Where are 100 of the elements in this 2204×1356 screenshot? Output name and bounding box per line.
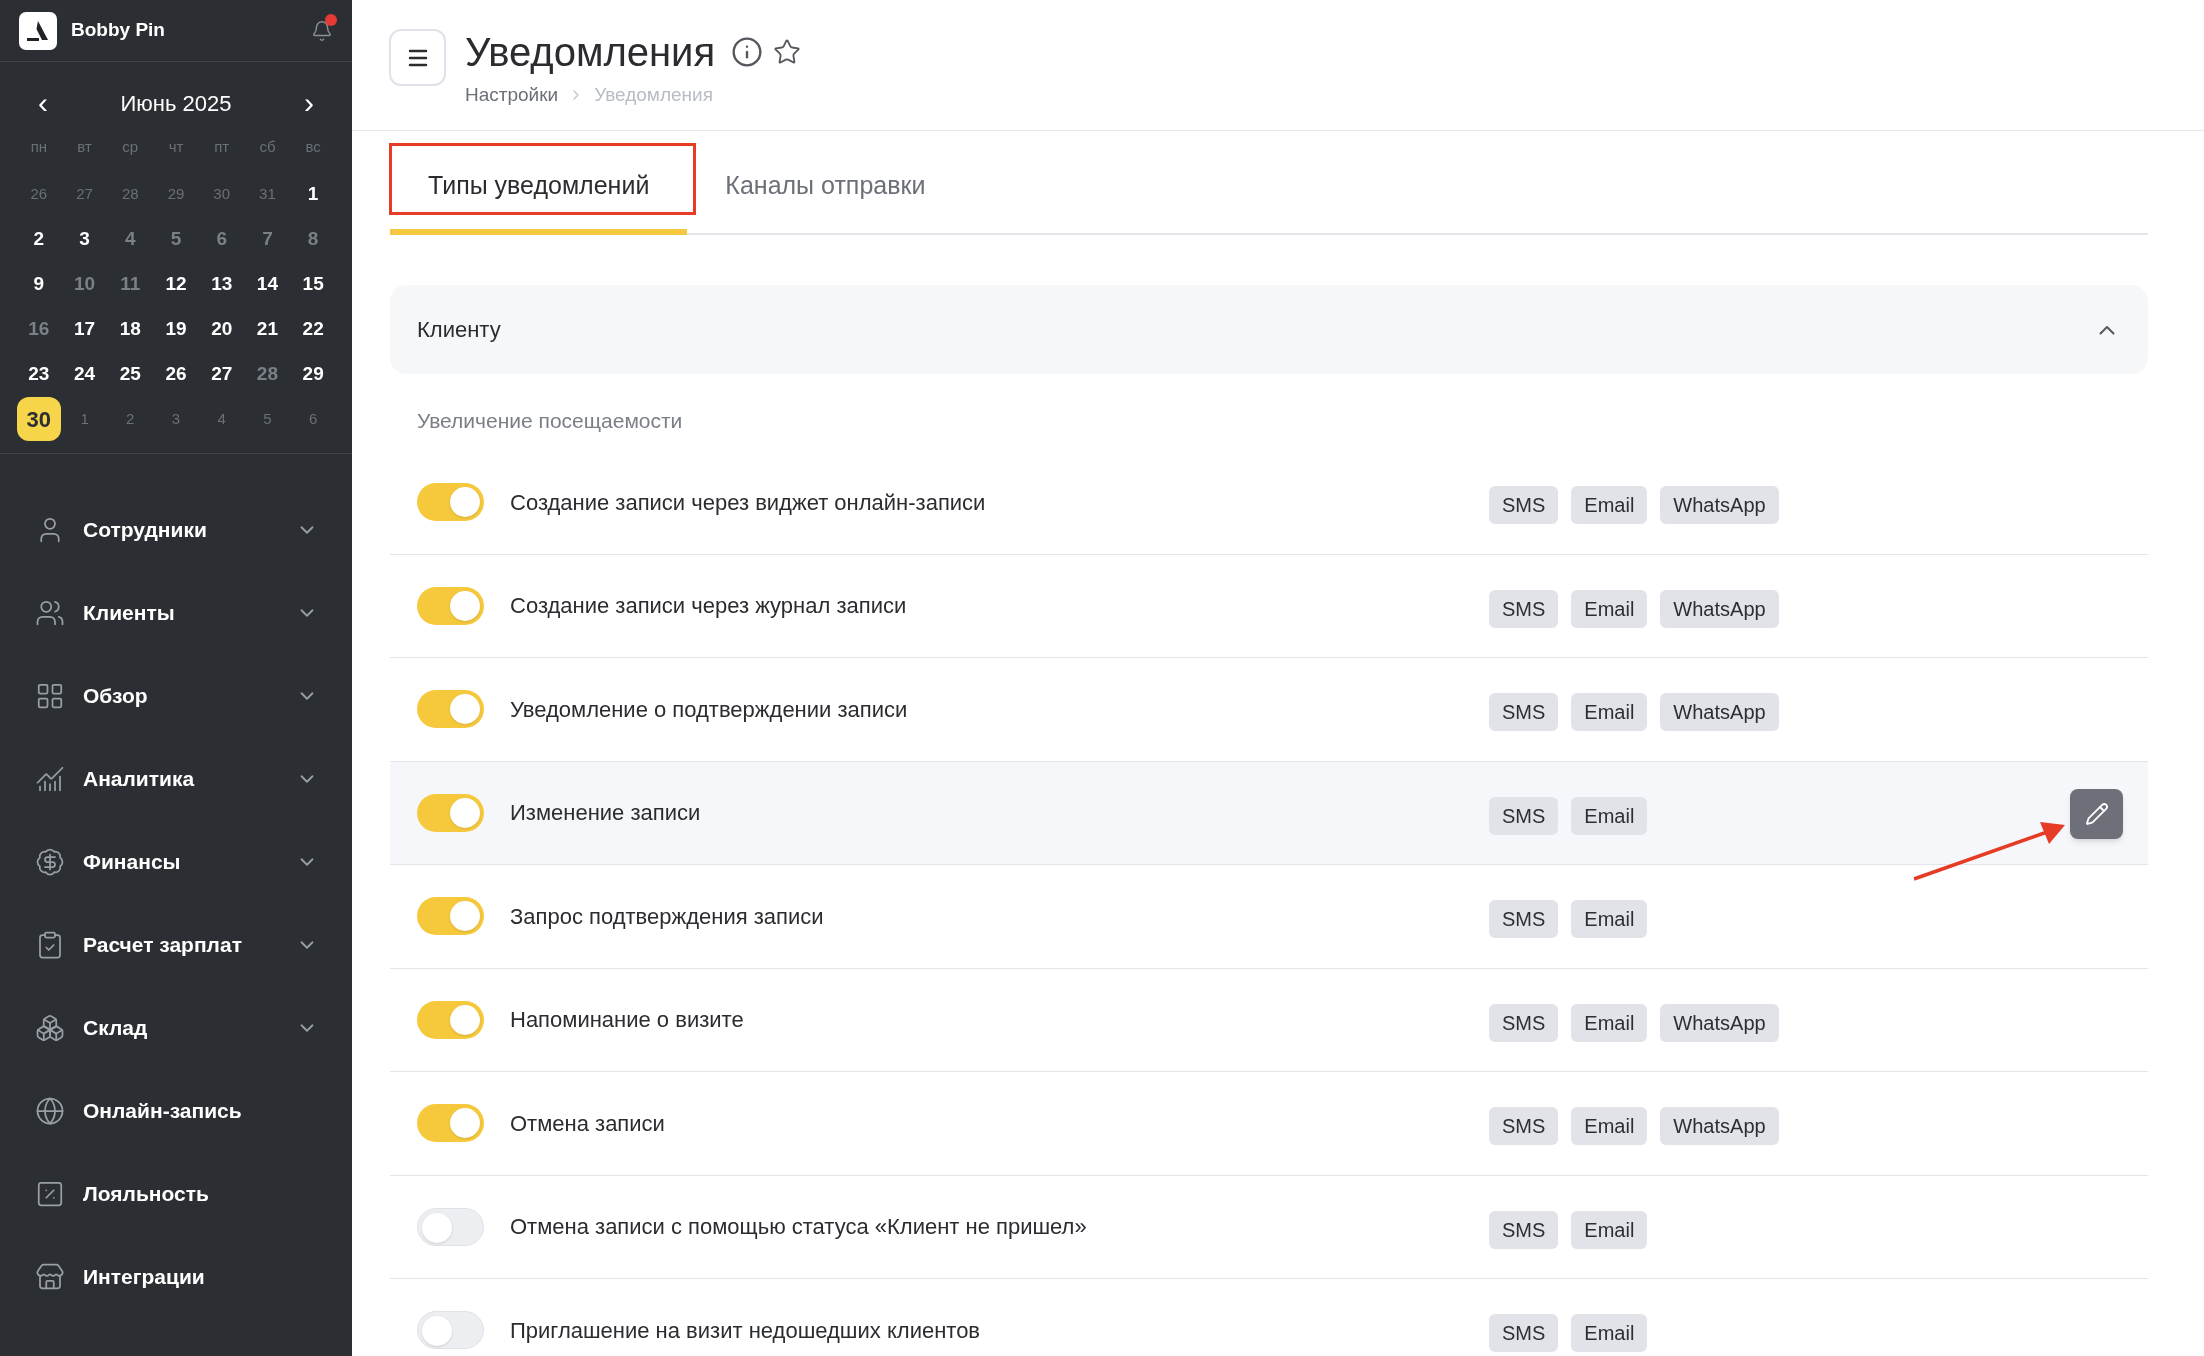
next-month-button[interactable]: › xyxy=(304,88,314,118)
channel-tag: Email xyxy=(1571,900,1648,939)
star-icon[interactable] xyxy=(773,38,802,66)
weekday-label: вт xyxy=(76,137,93,157)
toggle-switch[interactable] xyxy=(417,1104,484,1143)
calendar-day[interactable]: 17 xyxy=(62,307,107,351)
channel-tag: SMS xyxy=(1489,486,1559,525)
brand-name: Bobby Pin xyxy=(71,18,165,43)
section-header[interactable]: Клиенту xyxy=(390,285,2148,374)
toggle-switch[interactable] xyxy=(417,586,484,625)
notification-label: Приглашение на визит недошедших клиентов xyxy=(510,1316,982,1345)
calendar-day[interactable]: 27 xyxy=(199,352,244,396)
tab[interactable]: Каналы отправки xyxy=(687,143,964,235)
nav-label: Аналитика xyxy=(83,765,195,792)
nav-label: Расчет зарплат xyxy=(83,931,242,958)
sidebar-nav-item[interactable]: Финансы xyxy=(0,820,352,903)
calendar-day[interactable]: 15 xyxy=(291,262,336,306)
calendar-day[interactable]: 20 xyxy=(199,307,244,351)
calendar-day[interactable]: 25 xyxy=(108,352,153,396)
channel-tag: Email xyxy=(1571,486,1648,525)
sidebar-nav-item[interactable]: Онлайн-запись xyxy=(0,1069,352,1152)
notification-label: Напоминание о визите xyxy=(510,1006,745,1035)
sidebar-nav-item[interactable]: Аналитика xyxy=(0,737,352,820)
toggle-switch[interactable] xyxy=(417,690,484,729)
notification-label: Запрос подтверждения записи xyxy=(510,902,825,931)
nav-label: Склад xyxy=(83,1014,148,1041)
info-icon[interactable] xyxy=(731,36,764,68)
menu-button[interactable] xyxy=(389,29,446,86)
pencil-icon xyxy=(2084,801,2109,826)
channel-tag: Email xyxy=(1571,1314,1648,1353)
channel-tag: SMS xyxy=(1489,1314,1559,1353)
channel-tag: SMS xyxy=(1489,900,1559,939)
nav-label: Сотрудники xyxy=(83,516,207,543)
nav-label: Финансы xyxy=(83,848,181,875)
calendar-day[interactable]: 26 xyxy=(154,352,198,396)
channel-tag: WhatsApp xyxy=(1660,486,1779,525)
sidebar-nav-item[interactable]: Расчет зарплат xyxy=(0,903,352,986)
toggle-switch[interactable] xyxy=(417,483,484,522)
calendar-day[interactable]: 23 xyxy=(16,352,61,396)
channel-tag: SMS xyxy=(1489,1107,1559,1146)
sidebar-nav-item[interactable]: Склад xyxy=(0,986,352,1069)
calendar-day[interactable]: 18 xyxy=(108,307,153,351)
calendar-day[interactable]: 24 xyxy=(62,352,107,396)
edit-button[interactable] xyxy=(2070,788,2123,839)
toggle-switch[interactable] xyxy=(417,897,484,936)
channel-tag: Email xyxy=(1571,589,1648,628)
channel-tag: SMS xyxy=(1489,589,1559,628)
sidebar-nav-item[interactable]: Клиенты xyxy=(0,571,352,654)
nav-label: Лояльность xyxy=(83,1180,209,1207)
nav-label: Обзор xyxy=(83,682,148,709)
notification-label: Отмена записи xyxy=(510,1109,666,1138)
sidebar-nav-item[interactable]: Интеграции xyxy=(0,1235,352,1318)
channel-tag: Email xyxy=(1571,1107,1648,1146)
channel-tag: SMS xyxy=(1489,796,1559,835)
calendar-day[interactable]: 19 xyxy=(154,307,198,351)
section-title: Клиенту xyxy=(417,316,501,344)
channel-tag: WhatsApp xyxy=(1660,1107,1779,1146)
channel-tag: WhatsApp xyxy=(1660,589,1779,628)
previous-month-button[interactable]: ‹ xyxy=(38,88,48,118)
toggle-switch[interactable] xyxy=(417,1311,484,1350)
channel-tag: SMS xyxy=(1489,1003,1559,1042)
weekday-label: пн xyxy=(29,137,49,157)
weekday-label: пт xyxy=(213,137,231,157)
calendar-day[interactable]: 21 xyxy=(245,307,290,351)
sidebar-nav-item[interactable]: Лояльность xyxy=(0,1152,352,1235)
channel-tag: Email xyxy=(1571,1003,1648,1042)
notification-label: Уведомление о подтверждении записи xyxy=(510,695,909,724)
channel-tag: SMS xyxy=(1489,693,1559,732)
weekday-label: чт xyxy=(167,137,185,157)
calendar-day[interactable]: 12 xyxy=(154,262,198,306)
calendar-day[interactable]: 13 xyxy=(199,262,244,306)
breadcrumb-link[interactable]: Настройки xyxy=(465,81,559,110)
toggle-switch[interactable] xyxy=(417,1207,484,1246)
toggle-switch[interactable] xyxy=(417,1000,484,1039)
channel-tag: Email xyxy=(1571,693,1648,732)
calendar-day[interactable]: 1 xyxy=(291,172,336,216)
sidebar-nav-item[interactable]: Обзор xyxy=(0,654,352,737)
channel-tag: SMS xyxy=(1489,1210,1559,1249)
calendar-day[interactable]: 2 xyxy=(16,217,61,261)
calendar-day[interactable]: 3 xyxy=(62,217,107,261)
sidebar-nav-item[interactable]: Сотрудники xyxy=(0,488,352,571)
notification-bell-icon[interactable] xyxy=(311,19,333,42)
page-title: Уведомления xyxy=(465,32,716,72)
calendar-day[interactable]: 30 xyxy=(16,397,61,441)
calendar-day[interactable]: 29 xyxy=(291,352,336,396)
nav-label: Клиенты xyxy=(83,599,175,626)
calendar-day[interactable]: 9 xyxy=(16,262,61,306)
channel-tag: WhatsApp xyxy=(1660,1003,1779,1042)
toggle-switch[interactable] xyxy=(417,793,484,832)
calendar-day[interactable]: 22 xyxy=(291,307,336,351)
channel-tag: Email xyxy=(1571,796,1648,835)
nav-label: Онлайн-запись xyxy=(83,1097,242,1124)
weekday-label: ср xyxy=(121,137,140,157)
tab[interactable]: Типы уведомлений xyxy=(390,143,688,235)
channel-tag: WhatsApp xyxy=(1660,693,1779,732)
calendar-day[interactable]: 14 xyxy=(245,262,290,306)
nav-label: Интеграции xyxy=(83,1263,205,1290)
notification-label: Отмена записи с помощью статуса «Клиент не пришел» xyxy=(510,1213,1088,1242)
notification-label: Создание записи через виджет онлайн-записи xyxy=(510,488,987,517)
weekday-label: вс xyxy=(304,137,322,157)
